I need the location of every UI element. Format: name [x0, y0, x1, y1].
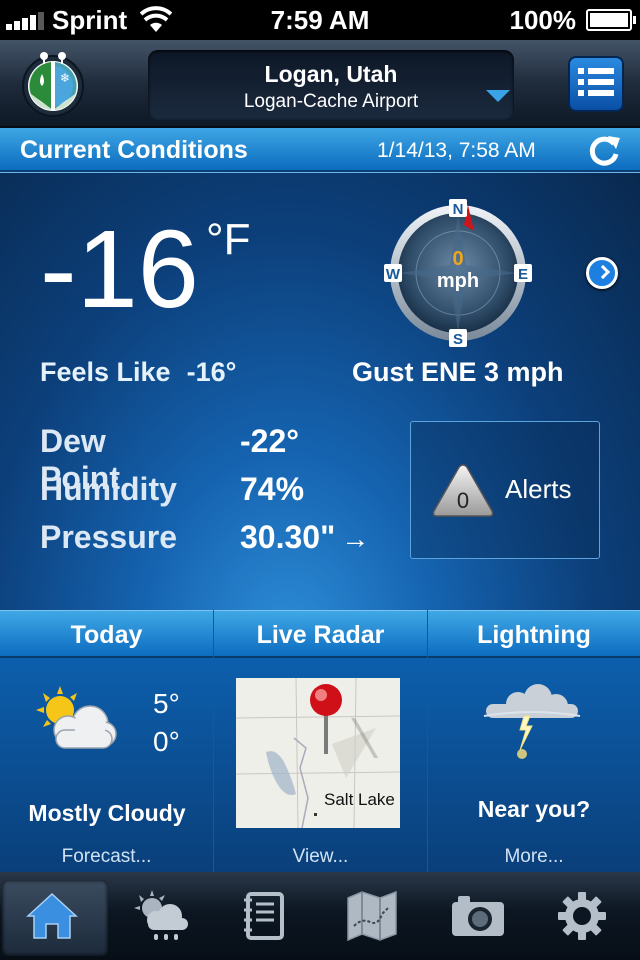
wind-speed-value: 0: [452, 248, 463, 270]
alerts-count: 0: [457, 488, 469, 513]
chevron-down-icon: [486, 90, 510, 102]
current-conditions-bar: Current Conditions 1/14/13, 7:58 AM: [0, 128, 640, 172]
partly-cloudy-icon: [36, 686, 117, 749]
refresh-icon[interactable]: [586, 132, 624, 168]
humidity-label: Humidity: [40, 471, 177, 507]
app-header: ❄ Logan, Utah Logan-Cache Airport: [0, 40, 640, 128]
lightning-tile[interactable]: Lightning Near you? More...: [428, 610, 640, 872]
lightning-icon: [483, 684, 581, 759]
wind-gust: Gust ENE 3 mph: [352, 357, 564, 387]
app-logo-icon[interactable]: ❄: [20, 48, 86, 118]
tab-settings[interactable]: [532, 880, 638, 956]
location-selector[interactable]: Logan, Utah Logan-Cache Airport: [148, 50, 514, 120]
tab-maps[interactable]: [320, 880, 426, 956]
feature-tiles: Today 5° 0° Mostly Cloudy Forecast... Li…: [0, 610, 640, 872]
radar-map-thumbnail: Salt Lake: [236, 678, 400, 828]
conditions-panel: -16 °F N E S W 0 mph Feels Like -16° Gust…: [0, 172, 640, 610]
today-title: Today: [0, 610, 213, 658]
compass-east: E: [518, 266, 528, 283]
menu-button[interactable]: [568, 56, 624, 112]
today-high: 5°: [153, 688, 180, 719]
location-station: Logan-Cache Airport: [243, 91, 419, 112]
tab-notebook[interactable]: [214, 880, 320, 956]
compass-west: W: [386, 266, 401, 283]
forecast-link[interactable]: Forecast...: [0, 840, 213, 872]
today-tile[interactable]: Today 5° 0° Mostly Cloudy Forecast...: [0, 610, 214, 872]
forecast-icon: [134, 890, 188, 940]
camera-icon: [452, 896, 504, 936]
lightning-more-link[interactable]: More...: [428, 840, 640, 872]
status-bar: Sprint 7:59 AM 100%: [0, 0, 640, 40]
today-low: 0°: [153, 726, 180, 757]
tab-bar: [0, 872, 640, 960]
gear-icon: [558, 892, 606, 940]
wind-compass[interactable]: N E S W 0 mph: [378, 193, 538, 353]
today-description: Mostly Cloudy: [28, 800, 186, 826]
alerts-button[interactable]: 0 Alerts: [410, 421, 600, 559]
next-arrow-button[interactable]: [586, 257, 618, 289]
pressure-trend-icon: →: [341, 523, 370, 554]
humidity-value: 74%: [240, 471, 305, 507]
feels-like-label: Feels Like: [40, 357, 171, 387]
pressure-label: Pressure: [40, 519, 177, 555]
section-title: Current Conditions: [20, 136, 248, 164]
location-city: Logan, Utah: [264, 61, 398, 87]
observation-datetime: 1/14/13, 7:58 AM: [377, 139, 536, 162]
svg-text:❄: ❄: [60, 71, 70, 85]
lightning-description: Near you?: [477, 796, 591, 822]
temperature-value: -16: [40, 208, 199, 331]
tab-camera[interactable]: [426, 880, 532, 956]
feels-like-value: -16°: [186, 357, 237, 387]
radar-map-label: Salt Lake: [324, 790, 395, 809]
menu-icon: [578, 68, 614, 74]
wind-speed-unit: mph: [437, 270, 479, 292]
dew-point-value: -22°: [240, 423, 300, 459]
pressure-value: 30.30": [240, 519, 336, 555]
compass-north: N: [453, 201, 464, 218]
compass-south: S: [453, 331, 463, 348]
feels-like: Feels Like -16°: [40, 357, 236, 388]
home-icon: [26, 892, 78, 939]
temperature-unit: °F: [206, 215, 251, 264]
live-radar-tile[interactable]: Live Radar Salt Lake View...: [214, 610, 428, 872]
battery-icon: [586, 9, 636, 31]
radar-view-link[interactable]: View...: [214, 840, 427, 872]
lightning-title: Lightning: [428, 610, 640, 658]
notebook-icon: [244, 892, 284, 940]
tab-home[interactable]: [2, 880, 108, 956]
radar-title: Live Radar: [214, 610, 427, 658]
alerts-label: Alerts: [505, 474, 572, 504]
battery-percent: 100%: [509, 5, 577, 35]
tab-forecast[interactable]: [108, 880, 214, 956]
warning-icon: 0: [432, 464, 494, 517]
map-icon: [347, 890, 397, 942]
